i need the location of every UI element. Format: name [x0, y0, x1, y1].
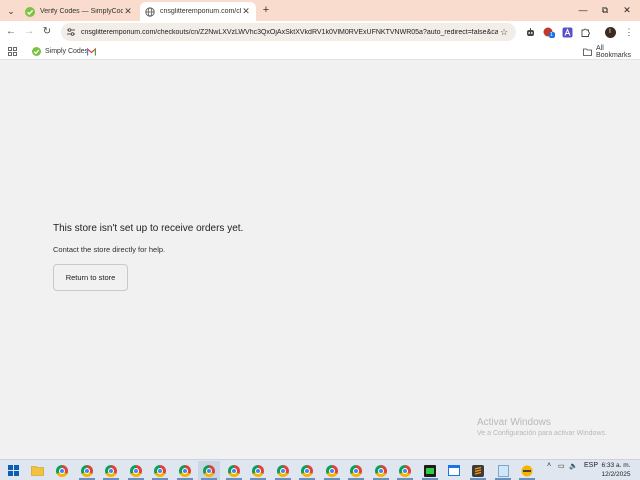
- minimize-icon[interactable]: —: [572, 2, 594, 18]
- restore-icon[interactable]: ⧉: [594, 2, 616, 18]
- bookmarks-bar: Simply Codes All Bookmarks: [0, 43, 640, 60]
- window-app-icon[interactable]: [443, 461, 465, 480]
- chrome-window-icon[interactable]: [76, 461, 98, 480]
- profile-avatar[interactable]: I: [603, 25, 617, 39]
- close-tab-icon[interactable]: ✕: [241, 6, 251, 17]
- folder-icon: [583, 47, 592, 56]
- chrome-window-icon[interactable]: [125, 461, 147, 480]
- clock-date: 12/2/2025: [601, 471, 631, 478]
- extensions-puzzle-icon[interactable]: [578, 25, 592, 39]
- display-icon[interactable]: ▭: [558, 462, 565, 470]
- chrome-window-icon[interactable]: [394, 461, 416, 480]
- chrome-window-icon[interactable]: [223, 461, 245, 480]
- windows-start-icon[interactable]: [2, 461, 24, 480]
- tab-strip: ⌄ Verify Codes — SimplyCodes ✕ cnsglitte…: [0, 0, 640, 21]
- site-settings-icon[interactable]: [65, 26, 77, 38]
- address-bar[interactable]: cnsglitteremporium.com/checkouts/cn/Z2Nw…: [61, 23, 516, 41]
- chrome-window-icon[interactable]: [149, 461, 171, 480]
- chrome-window-icon[interactable]: [272, 461, 294, 480]
- watermark-subtitle: Ve a Configuración para activar Windows.: [477, 430, 607, 437]
- sublime-text-icon[interactable]: [467, 461, 489, 480]
- chrome-window-icon[interactable]: [100, 461, 122, 480]
- profile-initial: I: [604, 26, 616, 38]
- chrome-window-icon[interactable]: [174, 461, 196, 480]
- close-window-icon[interactable]: ✕: [616, 2, 638, 18]
- bookmark-label: Simply Codes: [45, 48, 89, 55]
- close-tab-icon[interactable]: ✕: [123, 6, 133, 17]
- simplycodes-favicon-icon: [25, 6, 35, 17]
- browser-toolbar: ← → ↻ cnsglitteremporium.com/checkouts/c…: [0, 21, 640, 43]
- all-bookmarks-label: All Bookmarks: [596, 44, 632, 59]
- extension-robot-icon[interactable]: [523, 25, 537, 39]
- windows-activation-watermark: Activar Windows Ve a Configuración para …: [477, 417, 607, 437]
- chrome-window-icon[interactable]: [370, 461, 392, 480]
- volume-icon[interactable]: 🔈: [569, 462, 578, 470]
- app-yellow-icon[interactable]: [516, 461, 538, 480]
- page-content: This store isn't set up to receive order…: [0, 61, 640, 459]
- chrome-window-icon[interactable]: [345, 461, 367, 480]
- bookmark-gmail[interactable]: [87, 45, 100, 58]
- tab-verify-codes[interactable]: Verify Codes — SimplyCodes ✕: [20, 2, 138, 21]
- extension-badge: 1: [550, 32, 553, 38]
- chrome-window-icon[interactable]: [247, 461, 269, 480]
- kebab-menu-icon[interactable]: ⋮: [622, 25, 636, 39]
- tray-chevron-up-icon[interactable]: ˄: [547, 462, 551, 469]
- simplycodes-favicon-icon: [32, 47, 41, 56]
- all-bookmarks-button[interactable]: All Bookmarks: [583, 44, 640, 59]
- language-indicator[interactable]: ESP: [584, 462, 598, 469]
- clock-time: 6:33 a. m.: [601, 462, 631, 469]
- chrome-window-icon[interactable]: [296, 461, 318, 480]
- file-explorer-icon[interactable]: [26, 461, 48, 480]
- page-subtext: Contact the store directly for help.: [53, 245, 166, 254]
- terminal-app-icon[interactable]: [419, 461, 441, 480]
- tab-title: Verify Codes — SimplyCodes: [40, 8, 123, 15]
- bookmark-star-icon[interactable]: ☆: [498, 27, 510, 38]
- extension-simplycodes-icon[interactable]: 1: [542, 25, 556, 39]
- reload-icon[interactable]: ↻: [40, 25, 54, 39]
- forward-arrow-icon[interactable]: →: [22, 25, 36, 39]
- url-text[interactable]: cnsglitteremporium.com/checkouts/cn/Z2Nw…: [81, 29, 498, 36]
- chrome-window-icon[interactable]: [321, 461, 343, 480]
- chrome-window-active-icon[interactable]: [198, 461, 220, 480]
- page-heading: This store isn't set up to receive order…: [53, 223, 244, 234]
- notepad-icon[interactable]: [492, 461, 514, 480]
- windows-taskbar: ˄ ▭ 🔈 ESP 6:33 a. m. 12/2/2025: [0, 459, 640, 480]
- globe-icon: [145, 6, 155, 17]
- return-to-store-button[interactable]: Return to store: [53, 264, 128, 291]
- chrome-taskbar-icon[interactable]: [51, 461, 73, 480]
- tab-title: cnsglitteremporium.com/check: [160, 8, 241, 15]
- bookmark-simply-codes[interactable]: Simply Codes: [32, 45, 88, 58]
- back-arrow-icon[interactable]: ←: [4, 25, 18, 39]
- tab-checkout[interactable]: cnsglitteremporium.com/check ✕: [140, 2, 256, 21]
- gmail-icon: [87, 47, 96, 56]
- new-tab-plus-icon[interactable]: +: [259, 3, 273, 17]
- extension-letter-a-icon[interactable]: [560, 25, 574, 39]
- watermark-title: Activar Windows: [477, 417, 551, 428]
- system-clock[interactable]: 6:33 a. m. 12/2/2025: [600, 461, 632, 479]
- apps-grid-icon[interactable]: [8, 45, 17, 58]
- tab-search-chevron-icon[interactable]: ⌄: [4, 4, 18, 18]
